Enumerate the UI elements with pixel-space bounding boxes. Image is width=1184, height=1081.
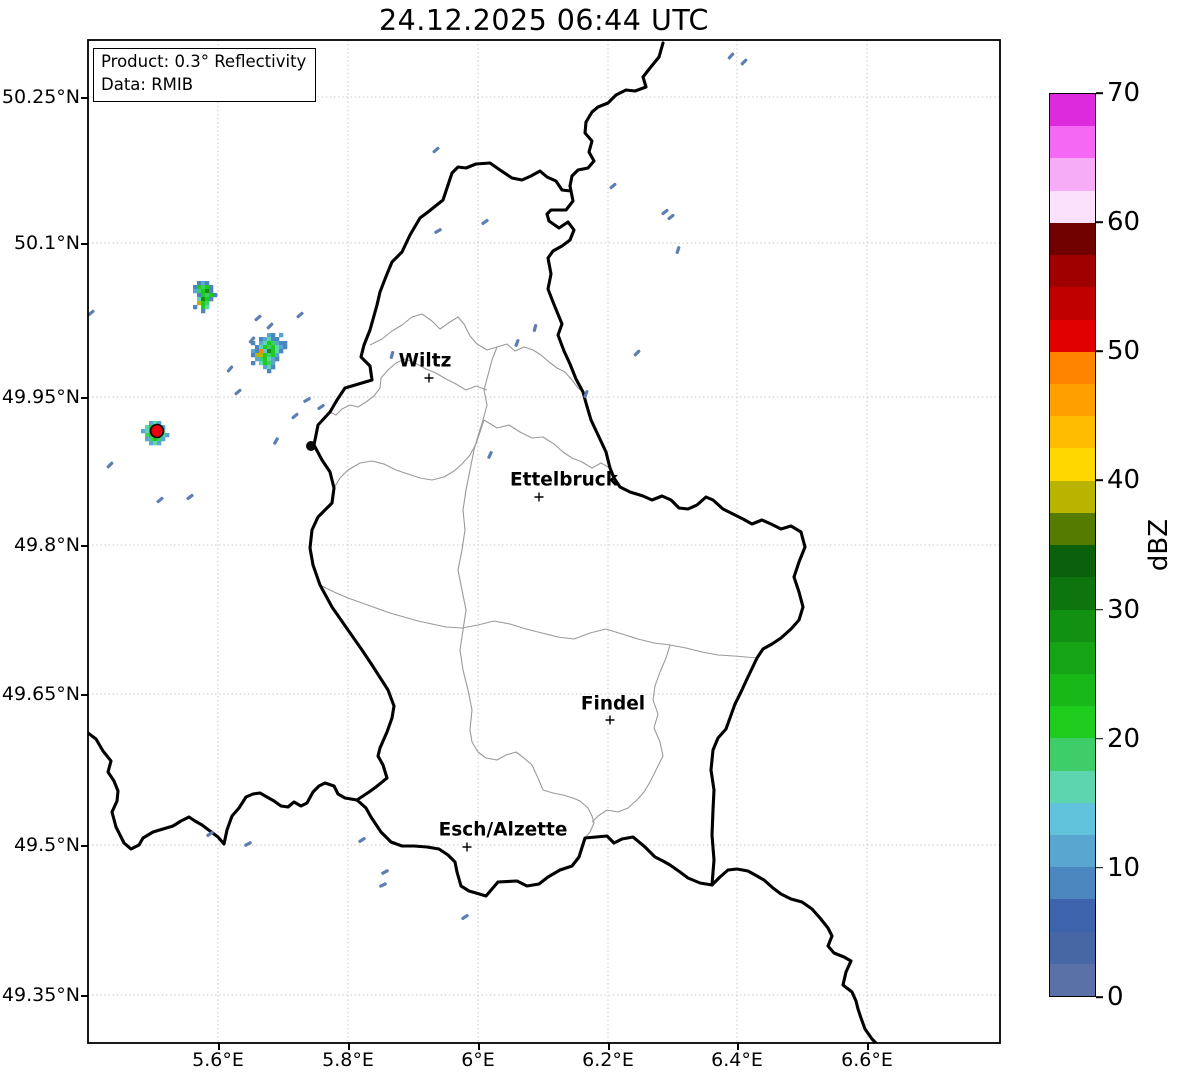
product-info-box: Product: 0.3° Reflectivity Data: RMIB (93, 48, 317, 102)
colorbar-segment (1050, 383, 1095, 417)
colorbar-unit-label: dBZ (1144, 518, 1174, 572)
city-label: Wiltz (398, 350, 452, 372)
colorbar-tick-label: 70 (1107, 78, 1141, 108)
radar-site-marker (149, 423, 165, 439)
map-canvas (87, 39, 1001, 1044)
colorbar-tick-label: 60 (1107, 207, 1141, 238)
colorbar-segment (1050, 899, 1095, 932)
colorbar-segment (1050, 770, 1095, 803)
city-label: Esch/Alzette (438, 819, 568, 841)
y-axis-tick (81, 995, 88, 997)
x-axis-label: 5.8°E (322, 1049, 374, 1071)
colorbar-segment (1050, 94, 1095, 127)
city-label: Findel (580, 693, 646, 715)
y-axis-tick (81, 694, 88, 696)
colorbar-segment (1050, 738, 1095, 771)
colorbar-segment (1050, 512, 1095, 546)
colorbar-tick-label: 10 (1107, 852, 1141, 883)
y-axis-label: 49.35°N (1, 984, 80, 1006)
colorbar-segment (1050, 126, 1095, 159)
y-axis-label: 49.8°N (13, 534, 80, 556)
colorbar-segment (1050, 319, 1095, 352)
colorbar-segment (1050, 480, 1095, 513)
x-axis-label: 5.6°E (192, 1049, 244, 1071)
y-axis-tick (81, 97, 88, 99)
colorbar-tick-label: 50 (1107, 336, 1141, 367)
y-axis-label: 50.25°N (1, 86, 80, 108)
colorbar-segment (1050, 190, 1095, 223)
colorbar-segment (1050, 351, 1095, 384)
colorbar-segment (1050, 867, 1095, 900)
dark-dot (306, 441, 316, 451)
colorbar-segment (1050, 931, 1095, 964)
colorbar-tick (1096, 350, 1103, 353)
x-axis-label: 6.4°E (711, 1049, 763, 1071)
colorbar-tick (1096, 867, 1103, 869)
radar-map-page: 24.12.2025 06:44 UTC Product: 0.3° Refle… (0, 0, 1184, 1081)
colorbar-segment (1050, 255, 1095, 288)
colorbar-segment (1050, 416, 1095, 449)
y-axis-label: 49.5°N (13, 834, 80, 856)
colorbar-segment (1050, 673, 1095, 707)
y-axis-tick (81, 545, 88, 547)
colorbar-segment (1050, 577, 1095, 610)
colorbar-segment (1050, 609, 1095, 642)
y-axis-label: 49.95°N (1, 386, 80, 408)
colorbar-tick (1096, 221, 1103, 223)
colorbar-segment (1050, 158, 1095, 191)
colorbar-segment (1050, 802, 1095, 836)
y-axis-label: 50.1°N (13, 232, 80, 254)
colorbar (1049, 93, 1096, 997)
colorbar-segment (1050, 222, 1095, 256)
product-line: Product: 0.3° Reflectivity (101, 52, 307, 71)
colorbar-tick-label: 0 (1107, 982, 1124, 1012)
colorbar-tick (1096, 608, 1103, 611)
city-label: Ettelbruck (509, 469, 619, 491)
colorbar-tick-label: 30 (1107, 594, 1141, 625)
colorbar-segment (1050, 545, 1095, 578)
colorbar-tick (1096, 92, 1103, 94)
x-axis-label: 6°E (461, 1049, 495, 1071)
data-source-line: Data: RMIB (101, 74, 194, 94)
y-axis-tick (81, 845, 88, 847)
page-title: 24.12.2025 06:44 UTC (379, 4, 709, 37)
colorbar-tick-label: 20 (1107, 723, 1141, 754)
colorbar-segment (1050, 287, 1095, 320)
y-axis-tick (81, 397, 88, 399)
colorbar-segment (1050, 641, 1095, 674)
x-axis-label: 6.2°E (582, 1049, 634, 1071)
y-axis-tick (81, 243, 88, 245)
x-axis-label: 6.6°E (841, 1049, 893, 1071)
colorbar-segment (1050, 963, 1095, 997)
colorbar-tick-label: 40 (1107, 465, 1141, 496)
plot-background (88, 40, 1000, 1043)
colorbar-tick (1096, 996, 1103, 998)
colorbar-tick (1096, 737, 1103, 740)
colorbar-segment (1050, 835, 1095, 868)
colorbar-segment (1050, 448, 1095, 481)
y-axis-label: 49.65°N (1, 683, 80, 705)
colorbar-tick (1096, 479, 1103, 482)
colorbar-segment (1050, 706, 1095, 739)
